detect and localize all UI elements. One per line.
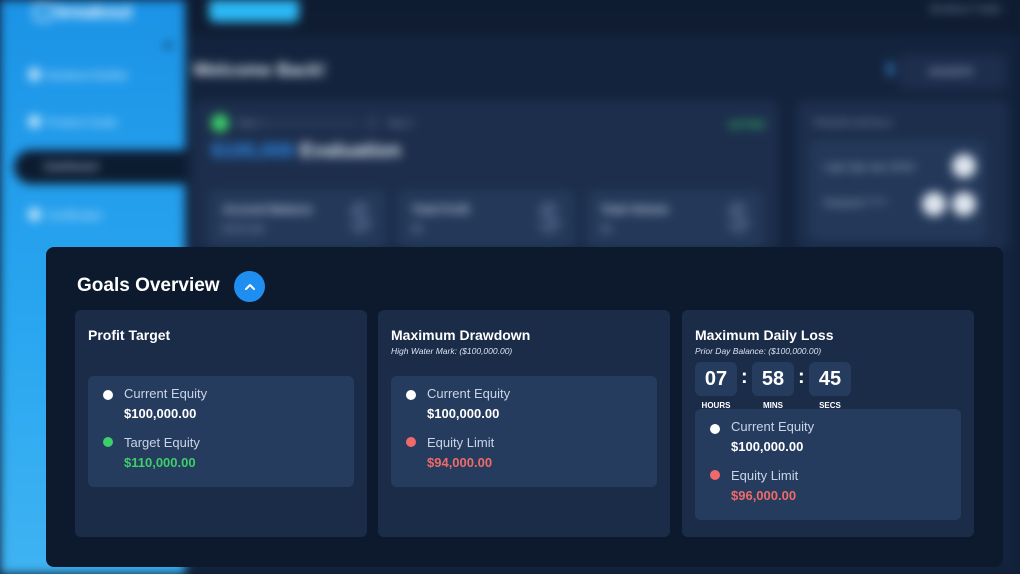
sidebar-item-guide[interactable]: Product Guide	[28, 115, 117, 129]
metric-label: Equity Limit	[731, 468, 799, 483]
metric-value: $96,000.00	[731, 488, 797, 503]
profit-target-card: Profit Target Current Equity $100,000.00…	[75, 310, 367, 537]
metrics-box: Current Equity $100,000.00 Equity Limit …	[391, 376, 657, 487]
dot-icon	[103, 437, 113, 447]
step-2-icon	[365, 116, 379, 130]
maximum-drawdown-card: Maximum Drawdown High Water Mark: ($100,…	[378, 310, 670, 537]
metric-value: $100,000.00	[427, 406, 500, 421]
step-1-icon	[211, 114, 229, 132]
goals-overview-panel: Goals Overview Profit Target Current Equ…	[46, 247, 1003, 567]
chevron-up-icon	[244, 283, 255, 290]
step-2-label: Step 2	[387, 118, 414, 128]
page-title: Welcome Back!	[193, 60, 326, 80]
logo: breakout	[34, 2, 132, 23]
app-screen: breakout ◀ Breakout Builder Product Guid…	[0, 0, 1020, 574]
dollar-icon: $	[348, 196, 371, 240]
card-subtitle: High Water Mark: ($100,000.00)	[391, 346, 513, 356]
copy-icon[interactable]	[952, 154, 976, 178]
sidebar-item-certificates[interactable]: Certificates	[28, 208, 102, 222]
panel-title: Goals Overview	[77, 275, 220, 296]
start-challenge-button[interactable]	[209, 0, 299, 22]
card-title: Maximum Daily Loss	[695, 327, 834, 343]
metric-value: $94,000.00	[427, 455, 493, 470]
dollar-icon: $	[726, 196, 749, 240]
evaluation-card: Step 1 Step 2 ACTIVE $100,000 Evaluation…	[193, 100, 779, 250]
stat-total-profit: Total Profit $0 $	[398, 190, 574, 248]
metric-label: Current Equity	[427, 386, 511, 401]
dot-icon	[103, 390, 113, 400]
user-menu[interactable]: Breakout Trader	[930, 4, 1002, 15]
timer-hours: 07	[695, 362, 737, 396]
trading-details-card: TRADING DETAILS Login Sign uaer 44444 Pa…	[796, 100, 1008, 250]
dot-icon	[406, 437, 416, 447]
metric-value: $100,000.00	[124, 406, 197, 421]
metric-label: Current Equity	[124, 386, 208, 401]
logo-icon	[34, 3, 52, 21]
timer-separator: :	[798, 366, 805, 388]
copy-icon[interactable]	[952, 192, 976, 216]
dot-icon	[710, 424, 720, 434]
countdown-timer: 07 : 58 : 45 HOURS MINS SECS	[695, 362, 895, 410]
card-title: Maximum Drawdown	[391, 327, 531, 343]
maximum-daily-loss-card: Maximum Daily Loss Prior Day Balance: ($…	[682, 310, 974, 537]
stat-account-balance: Account Balance $100,000 $	[209, 190, 385, 248]
sidebar-collapse-icon[interactable]: ◀	[163, 40, 173, 51]
top-bar: Breakout Trader	[185, 0, 1020, 34]
metric-value: $110,000.00	[124, 455, 196, 470]
nav-icon	[28, 115, 41, 128]
dot-icon	[710, 470, 720, 480]
eye-icon[interactable]	[922, 192, 946, 216]
stat-total-volume: Total Volume $0 $	[587, 190, 763, 248]
timer-secs: 45	[809, 362, 851, 396]
sidebar-item-dashboard[interactable]: Dashboard	[14, 150, 204, 184]
status-badge: ACTIVE	[728, 120, 765, 131]
evaluation-title: $100,000 Evaluation	[211, 140, 402, 162]
metric-value: $100,000.00	[731, 439, 804, 454]
metric-label: Equity Limit	[427, 435, 495, 450]
step-progress	[259, 122, 359, 125]
nav-icon	[28, 208, 41, 221]
nav-icon	[28, 68, 41, 81]
card-title: Profit Target	[88, 327, 171, 343]
credentials-box: Login Sign uaer 44444 Password ******	[810, 140, 986, 240]
card-subtitle: Prior Day Balance: ($100,000.00)	[695, 346, 822, 356]
select-indicator	[888, 62, 892, 76]
metrics-box: Current Equity $100,000.00 Target Equity…	[88, 376, 354, 487]
metric-label: Target Equity	[124, 435, 200, 450]
timer-mins: 58	[752, 362, 794, 396]
collapse-button[interactable]	[234, 271, 265, 302]
dot-icon	[406, 390, 416, 400]
timer-separator: :	[741, 366, 748, 388]
metrics-box: Current Equity $100,000.00 Equity Limit …	[695, 409, 961, 520]
account-select[interactable]: 44444878	[898, 54, 1006, 90]
dollar-icon: $	[537, 196, 560, 240]
metric-label: Current Equity	[731, 419, 815, 434]
sidebar-item-builder[interactable]: Breakout Builder	[28, 68, 128, 82]
